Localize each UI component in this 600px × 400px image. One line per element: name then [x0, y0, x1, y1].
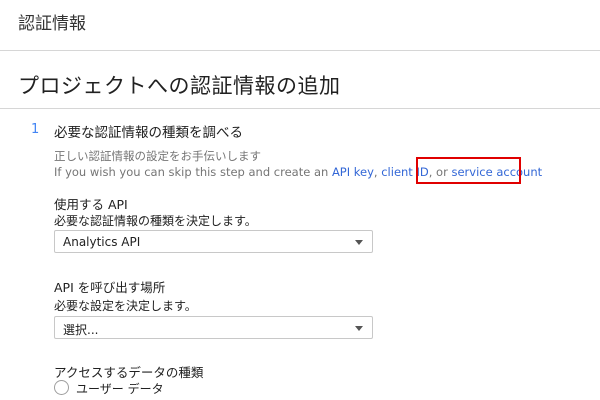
- call-location-select[interactable]: 選択...: [54, 316, 373, 339]
- call-section-label: API を呼び出す場所: [54, 280, 166, 295]
- chevron-down-icon: [355, 326, 363, 331]
- api-select[interactable]: Analytics API: [54, 230, 373, 253]
- step-number: 1: [31, 122, 40, 137]
- call-location-select-value: 選択...: [63, 323, 99, 337]
- top-bar: 認証情報: [0, 0, 600, 51]
- call-section-caption: 必要な設定を決定します。: [54, 299, 197, 313]
- radio-button[interactable]: [54, 380, 69, 395]
- api-section-label: 使用する API: [54, 197, 128, 212]
- api-section-caption: 必要な認証情報の種類を決定します。: [54, 214, 257, 228]
- page-title: プロジェクトへの認証情報の追加: [18, 74, 341, 98]
- service-account-highlight: [416, 157, 521, 184]
- api-select-value: Analytics API: [63, 235, 141, 249]
- chevron-down-icon: [355, 240, 363, 245]
- title-divider: [0, 108, 600, 109]
- skip-prefix: If you wish you can skip this step and c…: [54, 165, 332, 179]
- help-text: 正しい認証情報の設定をお手伝いします: [54, 149, 261, 163]
- data-section-label: アクセスするデータの種類: [54, 365, 204, 380]
- user-data-label: ユーザー データ: [76, 382, 164, 396]
- header-title: 認証情報: [18, 14, 86, 34]
- api-key-link[interactable]: API key: [332, 165, 374, 179]
- step-heading: 必要な認証情報の種類を調べる: [54, 125, 243, 141]
